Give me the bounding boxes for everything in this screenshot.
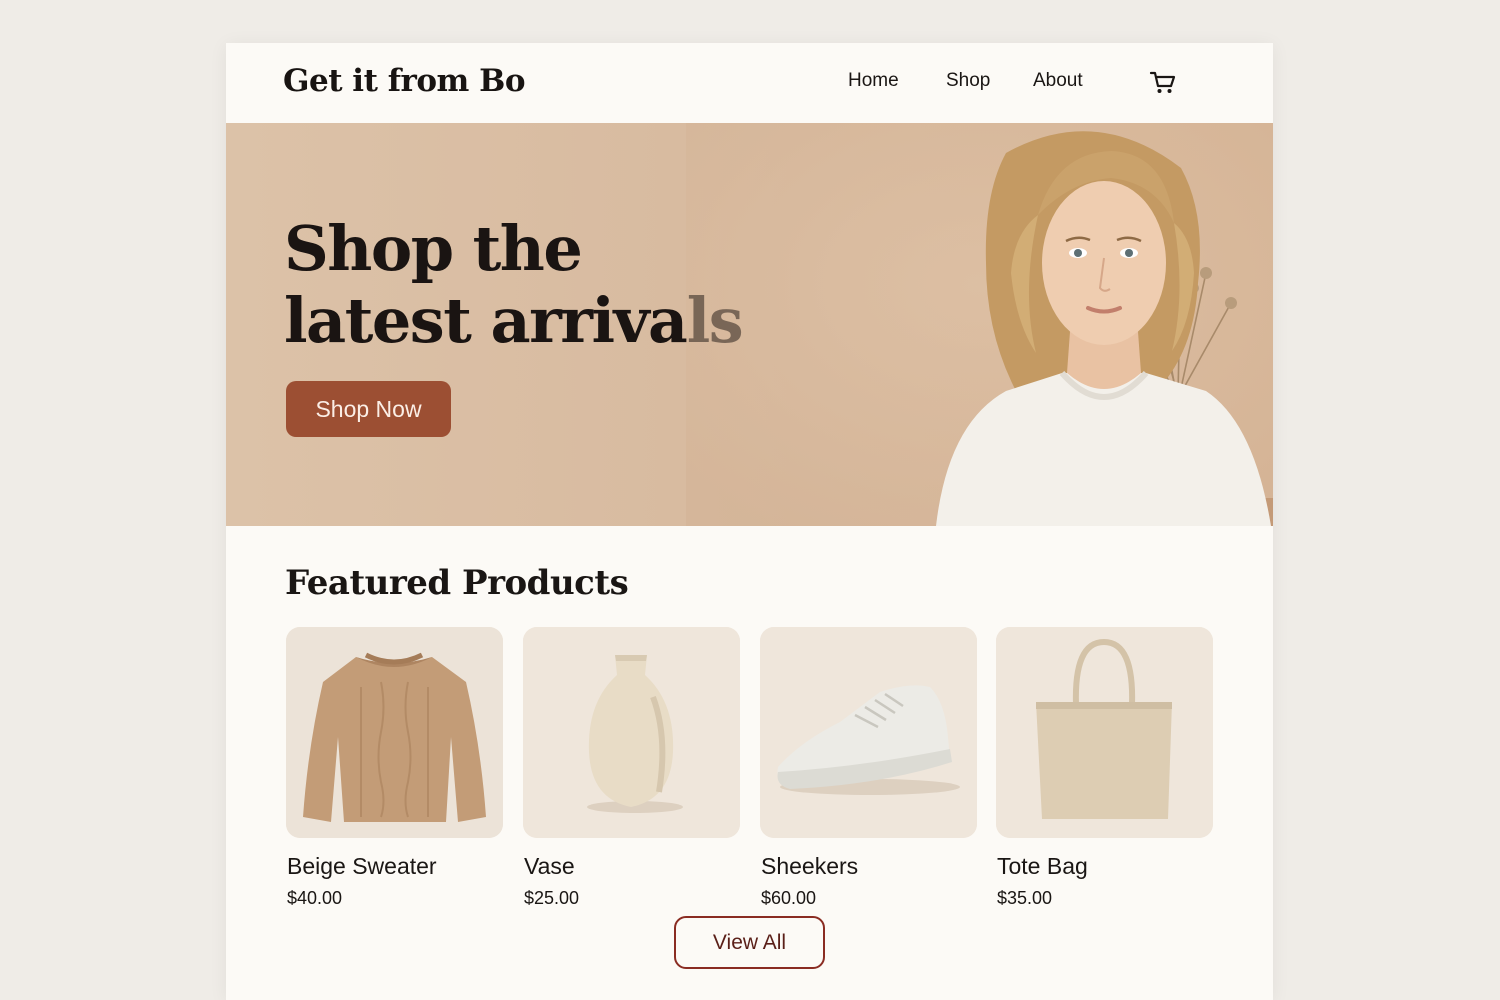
- product-card-beige-sweater[interactable]: Beige Sweater $40.00: [286, 627, 503, 909]
- site-header: Get it from Bo Home Shop About: [226, 43, 1273, 123]
- nav-shop-link[interactable]: Shop: [946, 70, 990, 92]
- product-name[interactable]: Tote Bag: [996, 853, 1213, 880]
- product-price: $40.00: [287, 888, 343, 908]
- product-name[interactable]: Vase: [523, 853, 740, 880]
- storefront-page: Get it from Bo Home Shop About Shop the …: [226, 43, 1273, 1000]
- view-all-button[interactable]: View All: [674, 916, 825, 969]
- product-card-vase[interactable]: Vase $25.00: [523, 627, 740, 909]
- cream-vase-photo[interactable]: [523, 627, 740, 838]
- product-name[interactable]: Beige Sweater: [286, 853, 503, 880]
- product-price: $25.00: [524, 888, 580, 908]
- shop-now-button[interactable]: Shop Now: [286, 381, 451, 437]
- featured-products-heading: Featured Products: [285, 563, 629, 603]
- product-card-tote-bag[interactable]: Tote Bag $35.00: [996, 627, 1213, 909]
- nav-home-link[interactable]: Home: [848, 70, 899, 92]
- canvas-tote-bag-photo[interactable]: [996, 627, 1213, 838]
- product-name[interactable]: Sheekers: [760, 853, 977, 880]
- nav-about-link[interactable]: About: [1033, 70, 1083, 92]
- white-sneaker-photo[interactable]: [760, 627, 977, 838]
- hero-model-photo: [686, 123, 1273, 526]
- product-card-sneakers[interactable]: Sheekers $60.00: [760, 627, 977, 909]
- product-price: $35.00: [997, 888, 1053, 908]
- brand-logo[interactable]: Get it from Bo: [283, 63, 526, 99]
- beige-sweater-photo[interactable]: [286, 627, 503, 838]
- hero-title: Shop the latest arrivals: [284, 212, 744, 357]
- product-price: $60.00: [761, 888, 817, 908]
- shopping-cart-icon[interactable]: [1148, 67, 1178, 97]
- hero-banner: Shop the latest arrivals Shop Now: [226, 123, 1273, 526]
